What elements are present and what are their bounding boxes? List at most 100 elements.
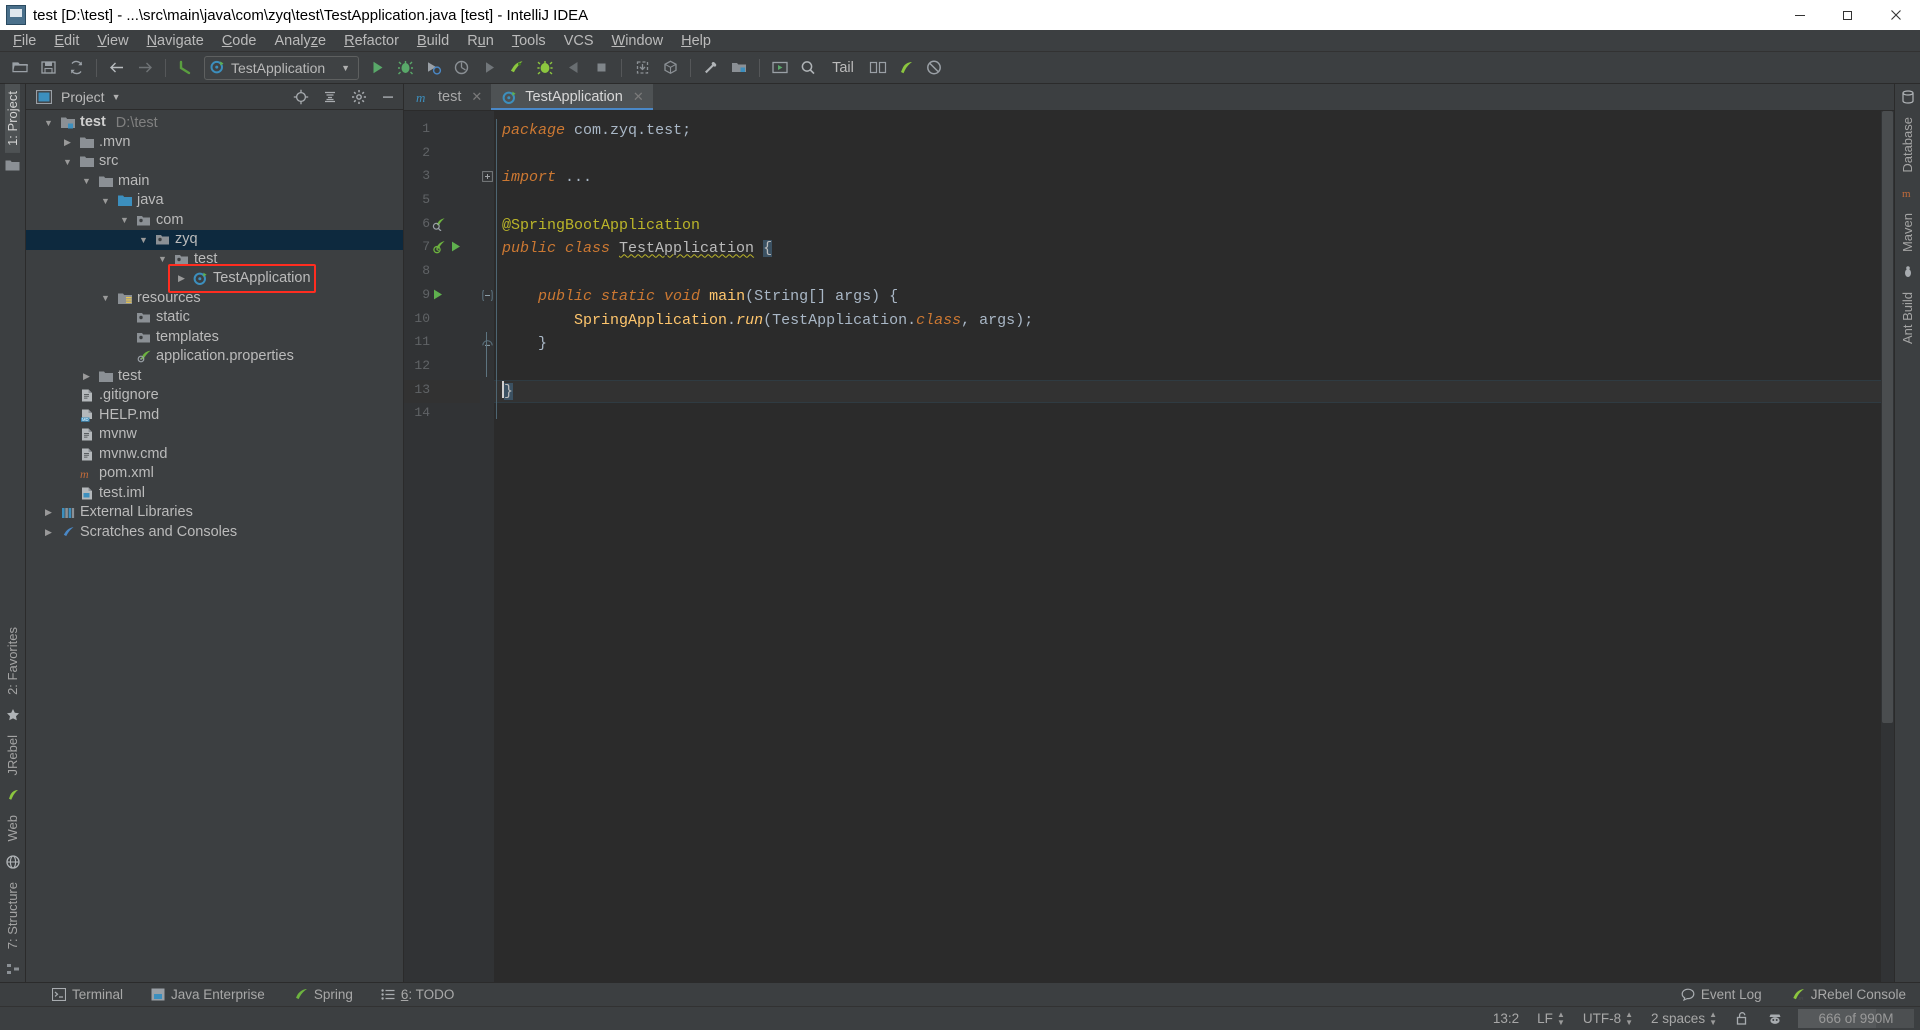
tree-node-mvnw-cmd[interactable]: mvnw.cmd — [26, 445, 403, 465]
search-everywhere-icon[interactable] — [794, 55, 822, 81]
profile-icon[interactable] — [447, 55, 475, 81]
tree-node-zyq[interactable]: ▼ zyq — [26, 230, 403, 250]
jrebel-run-icon[interactable] — [503, 55, 531, 81]
hide-panel-button[interactable] — [377, 86, 399, 108]
debug-icon[interactable] — [391, 55, 419, 81]
gutter-line-5[interactable]: 5 — [404, 190, 480, 214]
chevron-down-icon[interactable]: ▼ — [99, 293, 112, 303]
back-icon[interactable] — [103, 55, 131, 81]
gutter-line-2[interactable]: 2 — [404, 143, 480, 167]
run-anything-icon[interactable] — [766, 55, 794, 81]
chevron-right-icon[interactable]: ▶ — [42, 527, 55, 538]
code-folding-column[interactable] — [480, 111, 494, 982]
compare-files-icon[interactable] — [864, 55, 892, 81]
menu-build[interactable]: Build — [408, 31, 458, 51]
menu-refactor[interactable]: Refactor — [335, 31, 408, 51]
run-icon[interactable] — [363, 55, 391, 81]
chevron-right-icon[interactable]: ▶ — [42, 507, 55, 518]
code-line-3[interactable]: import ... — [494, 166, 1881, 190]
menu-analyze[interactable]: Analyze — [266, 31, 336, 51]
tree-node-resources[interactable]: ▼ resources — [26, 289, 403, 309]
editor-marker-bar[interactable] — [1881, 111, 1894, 982]
gutter-line-6[interactable]: 6 — [404, 214, 480, 238]
sidebar-item-jrebel[interactable]: JRebel — [5, 728, 20, 782]
editor-gutter[interactable]: 1 2 3 5 6 7 8 9 10 11 12 13 14 — [404, 111, 480, 982]
menu-view[interactable]: View — [88, 31, 137, 51]
tree-node--gitignore[interactable]: .gitignore — [26, 386, 403, 406]
menu-file[interactable]: File — [4, 31, 45, 51]
tree-node-main[interactable]: ▼ main — [26, 172, 403, 192]
run-configuration-selector[interactable]: TestApplication ▼ — [204, 55, 360, 80]
bottom-window-java-enterprise[interactable]: Java Enterprise — [137, 985, 279, 1004]
run-arrow-gutter-icon[interactable] — [450, 240, 462, 253]
sidebar-item-structure[interactable]: 7: Structure — [5, 875, 20, 956]
code-line-7[interactable]: public class TestApplication { — [494, 237, 1881, 261]
chevron-down-icon[interactable]: ▼ — [61, 157, 74, 167]
tree-node-test[interactable]: ▼ test — [26, 250, 403, 270]
spring-boot-gutter-icon[interactable] — [432, 240, 446, 254]
menu-navigate[interactable]: Navigate — [138, 31, 213, 51]
code-line-6[interactable]: @SpringBootApplication — [494, 214, 1881, 238]
chevron-right-icon[interactable]: ▶ — [80, 371, 93, 382]
code-line-5[interactable] — [494, 190, 1881, 214]
tree-node-application-properties[interactable]: application.properties — [26, 347, 403, 367]
code-line-10[interactable]: SpringApplication.run(TestApplication.cl… — [494, 309, 1881, 333]
code-line-2[interactable] — [494, 143, 1881, 167]
tree-node-testapplication[interactable]: ▶ TestApplication — [26, 269, 403, 289]
code-line-1[interactable]: package com.zyq.test; — [494, 119, 1881, 143]
gutter-line-11[interactable]: 11 — [404, 332, 480, 356]
sidebar-item-favorites[interactable]: 2: Favorites — [5, 620, 20, 702]
chevron-right-icon[interactable]: ▶ — [61, 137, 74, 148]
chevron-down-icon[interactable]: ▼ — [80, 176, 93, 186]
line-separator-selector[interactable]: LF ▲ ▼ — [1528, 1009, 1574, 1029]
chevron-down-icon[interactable]: ▼ — [112, 92, 121, 102]
sidebar-item-project[interactable]: 1: Project — [5, 84, 20, 153]
menu-tools[interactable]: Tools — [503, 31, 555, 51]
gutter-line-14[interactable]: 14 — [404, 403, 480, 427]
save-all-icon[interactable] — [34, 55, 62, 81]
menu-window[interactable]: Window — [603, 31, 673, 51]
close-icon[interactable]: ✕ — [471, 89, 482, 105]
menu-edit[interactable]: Edit — [45, 31, 88, 51]
sync-icon[interactable] — [62, 55, 90, 81]
fold-marker-line-3[interactable] — [480, 166, 494, 190]
jrebel-leaf-icon[interactable] — [892, 55, 920, 81]
bottom-window-spring[interactable]: Spring — [279, 985, 367, 1004]
tree-node-mvnw[interactable]: mvnw — [26, 425, 403, 445]
fold-marker-line-9[interactable] — [480, 285, 494, 309]
tree-node-com[interactable]: ▼ com — [26, 211, 403, 231]
tail-button[interactable]: Tail — [822, 60, 864, 76]
unlocked-icon[interactable] — [1726, 1009, 1758, 1028]
caret-position[interactable]: 13:2 — [1484, 1009, 1528, 1028]
project-settings-gear-icon[interactable] — [348, 86, 370, 108]
tree-node-java[interactable]: ▼ java — [26, 191, 403, 211]
code-line-11[interactable]: } — [494, 332, 1881, 356]
code-text[interactable]: package com.zyq.test; import ... @Spring… — [494, 111, 1881, 982]
gutter-line-3[interactable]: 3 — [404, 166, 480, 190]
code-line-9[interactable]: public static void main(String[] args) { — [494, 285, 1881, 309]
gutter-line-13[interactable]: 13 — [404, 379, 480, 404]
menu-code[interactable]: Code — [213, 31, 266, 51]
tree-node-static[interactable]: static — [26, 308, 403, 328]
hector-icon[interactable] — [1758, 1009, 1792, 1028]
code-line-12[interactable] — [494, 356, 1881, 380]
sidebar-item-database[interactable]: Database — [1900, 110, 1915, 180]
chevron-down-icon[interactable]: ▼ — [99, 196, 112, 206]
indent-selector[interactable]: 2 spaces ▲ ▼ — [1642, 1009, 1726, 1029]
code-line-13[interactable]: } — [494, 379, 1881, 404]
sidebar-item-ant-build[interactable]: Ant Build — [1900, 285, 1915, 351]
stop-icon[interactable] — [587, 55, 615, 81]
menu-run[interactable]: Run — [458, 31, 503, 51]
run-arrow-gutter-icon[interactable] — [432, 288, 444, 301]
jrebel-debug-icon[interactable] — [531, 55, 559, 81]
gutter-line-10[interactable]: 10 — [404, 309, 480, 333]
tree-node-test[interactable]: ▶ test — [26, 367, 403, 387]
menu-vcs[interactable]: VCS — [555, 31, 603, 51]
gutter-line-8[interactable]: 8 — [404, 261, 480, 285]
project-structure-icon[interactable] — [725, 55, 753, 81]
tree-node--mvn[interactable]: ▶ .mvn — [26, 133, 403, 153]
chevron-down-icon[interactable]: ▼ — [137, 235, 150, 245]
code-line-8[interactable] — [494, 261, 1881, 285]
editor-tab-test[interactable]: m test ✕ — [404, 84, 492, 110]
bottom-window-terminal[interactable]: Terminal — [38, 985, 137, 1004]
